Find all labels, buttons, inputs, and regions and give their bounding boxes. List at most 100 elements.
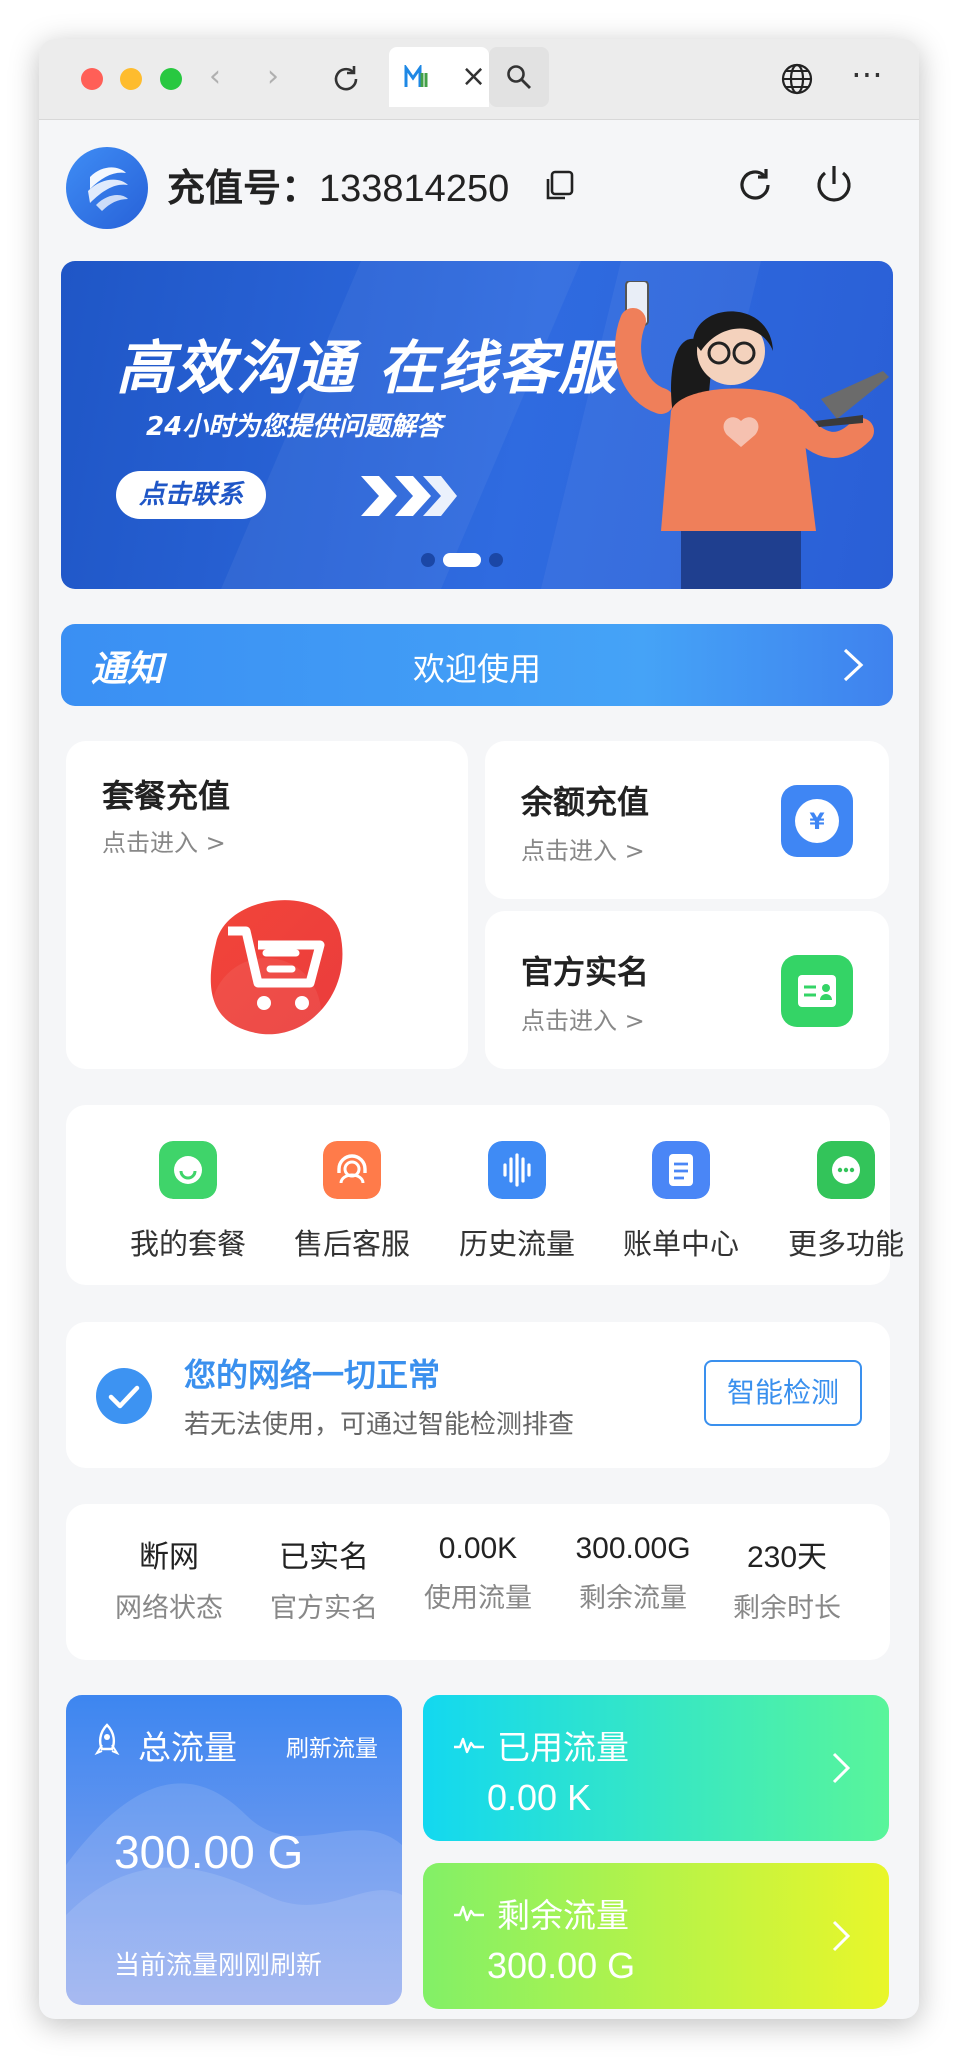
waveform-icon: [488, 1141, 546, 1199]
stat-remaining-time: 230天 剩余时长: [717, 1532, 857, 1625]
banner-contact-button[interactable]: 点击联系: [116, 471, 266, 519]
stat-value: 已实名: [279, 1541, 369, 1574]
stat-realname: 已实名 官方实名: [254, 1532, 394, 1625]
notice-text: 欢迎使用: [412, 650, 541, 688]
brand-logo: [66, 147, 148, 229]
headset-icon: [323, 1141, 381, 1199]
quick-action-history[interactable]: 历史流量: [452, 1141, 582, 1263]
remaining-traffic-title: 剩余流量: [497, 1896, 629, 1935]
customer-service-illustration: [615, 281, 889, 589]
pulse-icon: [454, 1737, 484, 1754]
total-traffic-value: 300.00 G: [114, 1826, 304, 1878]
quick-action-label: 售后客服: [293, 1227, 410, 1261]
quick-action-billing[interactable]: 账单中心: [616, 1141, 746, 1263]
refresh-traffic-button[interactable]: 刷新流量: [286, 1729, 378, 1763]
remaining-traffic-card[interactable]: 剩余流量 300.00 G: [423, 1863, 889, 2009]
quick-action-label: 我的套餐: [129, 1227, 246, 1261]
chevron-right-icon: [832, 1752, 851, 1784]
browser-tab[interactable]: ×: [389, 47, 489, 107]
double-chevron-icon: [361, 476, 457, 516]
stat-label: 剩余流量: [579, 1583, 687, 1614]
smile-icon: [159, 1141, 217, 1199]
close-tab-icon[interactable]: ×: [461, 59, 486, 94]
package-recharge-card[interactable]: 套餐充值 点击进入 >: [66, 741, 468, 1069]
quick-action-service[interactable]: 售后客服: [287, 1141, 417, 1263]
account-label: 充值号：: [167, 166, 320, 210]
carousel-dot[interactable]: [421, 552, 435, 567]
notice-bar[interactable]: 通知 欢迎使用: [61, 624, 893, 706]
banner-title: 高效沟通 在线客服: [116, 334, 619, 402]
total-traffic-title: 总流量: [138, 1728, 237, 1767]
carousel-dot[interactable]: [489, 552, 503, 567]
chevron-right-icon: [832, 1920, 851, 1952]
forward-icon[interactable]: ›: [267, 59, 279, 94]
back-icon[interactable]: ‹: [209, 59, 221, 94]
search-icon: [507, 65, 531, 89]
quick-action-label: 历史流量: [458, 1227, 575, 1261]
chevron-right-icon: [843, 648, 864, 682]
china-mobile-logo-icon: [88, 167, 128, 211]
stat-used-traffic: 0.00K 使用流量: [408, 1532, 548, 1615]
package-recharge-title: 套餐充值: [102, 777, 231, 815]
maximize-window-button[interactable]: [160, 68, 182, 90]
quick-action-my-package[interactable]: 我的套餐: [123, 1141, 253, 1263]
close-window-button[interactable]: [81, 68, 103, 90]
reload-icon[interactable]: [329, 62, 363, 96]
stat-value: 断网: [139, 1541, 199, 1574]
account-title: 充值号：133814250: [167, 157, 509, 212]
total-traffic-footer: 当前流量刚刚刷新: [114, 1951, 323, 1981]
quick-action-label: 账单中心: [622, 1227, 739, 1261]
refresh-icon[interactable]: [734, 164, 776, 206]
power-icon[interactable]: [812, 162, 856, 206]
yen-wallet-icon: ¥: [781, 785, 853, 857]
id-card-icon: [781, 955, 853, 1027]
page-content: 充值号：133814250 高效沟通 在线客服 24小时为您提供问题解答 点击联…: [39, 119, 919, 2019]
balance-recharge-title: 余额充值: [521, 783, 650, 821]
used-traffic-title: 已用流量: [497, 1728, 629, 1767]
network-status-card: 您的网络一切正常 若无法使用，可通过智能检测排查 智能检测: [66, 1322, 890, 1468]
stat-value: 230天: [746, 1541, 828, 1574]
balance-recharge-card[interactable]: 余额充值 点击进入 > ¥: [485, 741, 889, 899]
smart-check-button[interactable]: 智能检测: [704, 1360, 862, 1426]
more-menu-icon[interactable]: ⋯: [851, 55, 885, 93]
search-button[interactable]: [489, 47, 549, 107]
quick-action-more[interactable]: 更多功能: [781, 1141, 911, 1263]
rocket-icon: [94, 1723, 120, 1756]
globe-icon[interactable]: [779, 61, 815, 97]
promo-banner[interactable]: 高效沟通 在线客服 24小时为您提供问题解答 点击联系: [61, 261, 893, 589]
realname-link[interactable]: 点击进入 >: [521, 1001, 645, 1036]
stat-label: 网络状态: [115, 1593, 223, 1624]
balance-recharge-link[interactable]: 点击进入 >: [521, 831, 645, 866]
package-recharge-link[interactable]: 点击进入 >: [102, 823, 226, 858]
carousel-indicator[interactable]: [421, 549, 511, 568]
realname-card[interactable]: 官方实名 点击进入 >: [485, 911, 889, 1069]
stat-label: 剩余时长: [733, 1593, 841, 1624]
more-icon: [817, 1141, 875, 1199]
banner-subtitle: 24小时为您提供问题解答: [146, 412, 443, 442]
account-number: 133814250: [319, 168, 510, 210]
stat-network-status: 断网 网络状态: [99, 1532, 239, 1625]
bill-icon: [652, 1141, 710, 1199]
remaining-traffic-value: 300.00 G: [487, 1945, 636, 1986]
network-status-subtitle: 若无法使用，可通过智能检测排查: [184, 1410, 575, 1440]
browser-window: ‹ › × ⋯ 充值号：133814250 高效沟通 在线客服 24小时为您提供…: [39, 39, 919, 2019]
stat-label: 使用流量: [424, 1583, 532, 1614]
stat-value: 300.00G: [575, 1532, 691, 1565]
used-traffic-value: 0.00 K: [487, 1777, 592, 1818]
stat-value: 0.00K: [438, 1532, 518, 1565]
carousel-dot-active[interactable]: [443, 552, 481, 567]
used-traffic-card[interactable]: 已用流量 0.00 K: [423, 1695, 889, 1841]
stat-remaining-traffic: 300.00G 剩余流量: [563, 1532, 703, 1615]
quick-action-label: 更多功能: [787, 1227, 904, 1261]
browser-toolbar: ‹ › × ⋯: [39, 39, 919, 120]
total-traffic-card[interactable]: 总流量 刷新流量 300.00 G 当前流量刚刚刷新: [66, 1695, 402, 2005]
stat-label: 官方实名: [270, 1593, 378, 1624]
realname-title: 官方实名: [521, 953, 650, 991]
copy-icon[interactable]: [542, 169, 576, 203]
site-favicon-icon: [404, 65, 428, 87]
minimize-window-button[interactable]: [120, 68, 142, 90]
check-circle-icon: [96, 1368, 152, 1424]
pulse-icon: [454, 1905, 484, 1922]
network-status-title: 您的网络一切正常: [184, 1356, 441, 1394]
svg-text:¥: ¥: [809, 810, 825, 835]
